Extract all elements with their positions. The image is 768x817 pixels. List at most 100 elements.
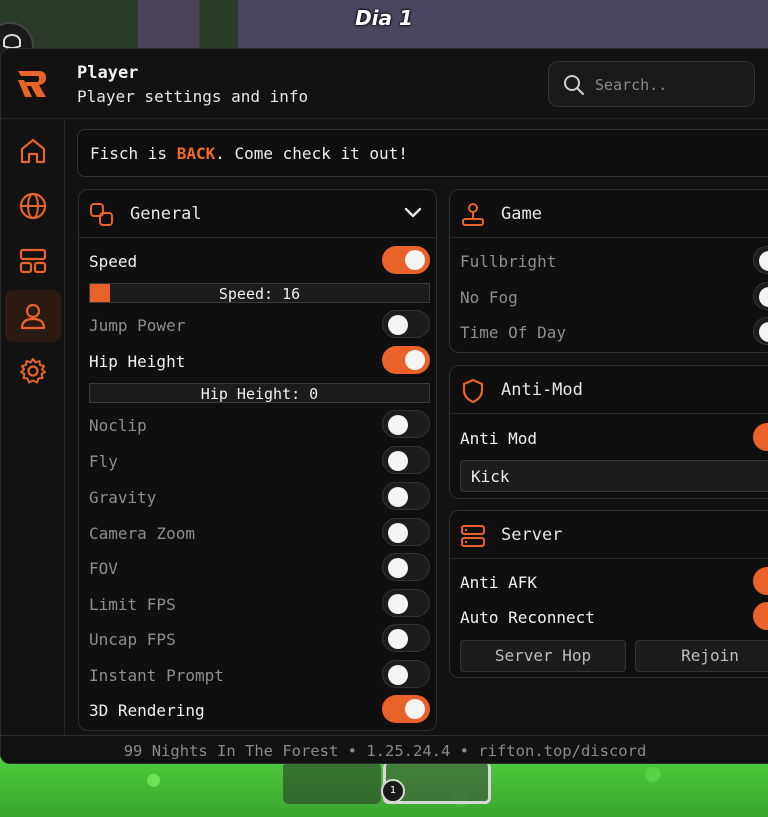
rejoin-button[interactable]: Rejoin [635, 640, 768, 672]
general-card: General Speed Speed: 16 Jump Power Hip H… [78, 189, 437, 731]
fly-toggle[interactable] [382, 446, 430, 474]
home-icon [20, 138, 46, 164]
joystick-icon [462, 203, 484, 226]
no-fog-toggle[interactable] [753, 282, 768, 310]
jump-power-row: Jump Power [89, 310, 430, 340]
footer-info: 99 Nights In The Forest • 1.25.24.4 • ri… [1, 735, 768, 765]
page-subtitle: Player settings and info [77, 87, 309, 106]
fly-label: Fly [89, 452, 118, 471]
time-of-day-toggle[interactable] [753, 317, 768, 345]
hip-height-row: Hip Height [89, 346, 430, 376]
page-title: Player [77, 63, 139, 83]
gear-icon [20, 358, 46, 384]
no-fog-row: No Fog [460, 282, 768, 312]
fullbright-label: Fullbright [460, 252, 557, 271]
jump-power-label: Jump Power [89, 316, 186, 335]
sidebar-item-player[interactable] [5, 290, 61, 342]
3d-rendering-row: 3D Rendering [89, 695, 430, 725]
search-box[interactable] [548, 61, 755, 107]
game-title: Game [501, 204, 542, 224]
game-card-header[interactable]: Game [450, 190, 768, 238]
hotbar-slot[interactable] [283, 762, 381, 804]
gravity-row: Gravity [89, 482, 430, 512]
3d-rendering-toggle[interactable] [382, 695, 430, 723]
camera-zoom-toggle[interactable] [382, 518, 430, 546]
server-card-header[interactable]: Server [450, 511, 768, 559]
server-hop-button[interactable]: Server Hop [460, 640, 626, 672]
jump-power-toggle[interactable] [382, 310, 430, 338]
anti-mod-title: Anti-Mod [501, 380, 583, 400]
script-hub-panel: Player Player settings and info Search..… [0, 48, 768, 764]
speed-slider-text: Speed: 16 [218, 285, 301, 303]
anti-mod-card-header[interactable]: Anti-Mod [450, 366, 768, 414]
server-card: Server Anti AFK Auto Reconnect Server Ho… [449, 510, 768, 678]
time-of-day-row: Time Of Day [460, 317, 768, 347]
no-fog-label: No Fog [460, 288, 518, 307]
anti-mod-toggle[interactable] [753, 423, 768, 451]
announcement-banner: Fisch is BACK. Come check it out! [77, 129, 768, 177]
hip-height-slider-text: Hip Height: 0 [200, 385, 319, 403]
hip-height-slider[interactable]: Hip Height: 0 [89, 383, 430, 403]
server-title: Server [501, 525, 563, 545]
sidebar-item-world[interactable] [5, 180, 61, 232]
anti-mod-card: Anti-Mod Anti Mod Kick [449, 365, 768, 499]
3d-rendering-label: 3D Rendering [89, 701, 205, 720]
uncap-fps-row: Uncap FPS [89, 624, 430, 654]
time-of-day-label: Time Of Day [460, 323, 566, 342]
announcement-highlight: BACK [176, 144, 216, 163]
anti-mod-action-dropdown[interactable]: Kick [460, 460, 768, 492]
panel-header: Player Player settings and info [1, 49, 768, 119]
fov-toggle[interactable] [382, 553, 430, 581]
uncap-fps-toggle[interactable] [382, 624, 430, 652]
speed-toggle[interactable] [382, 246, 430, 274]
sidebar-item-layout[interactable] [5, 235, 61, 287]
limit-fps-toggle[interactable] [382, 589, 430, 617]
instant-prompt-label: Instant Prompt [89, 666, 224, 685]
noclip-label: Noclip [89, 416, 147, 435]
fov-row: FOV [89, 553, 430, 583]
server-icon [461, 525, 485, 547]
hotbar-slot-number: 1 [381, 779, 405, 803]
anti-afk-label: Anti AFK [460, 573, 538, 592]
layout-icon [19, 248, 47, 274]
anti-afk-toggle[interactable] [753, 567, 768, 595]
speed-row: Speed [89, 246, 430, 276]
fullbright-row: Fullbright [460, 246, 768, 276]
sidebar-item-settings[interactable] [5, 345, 61, 397]
fullbright-toggle[interactable] [753, 246, 768, 274]
fov-label: FOV [89, 559, 118, 578]
search-input[interactable] [595, 72, 745, 98]
anti-mod-row: Anti Mod [460, 423, 768, 453]
gravity-toggle[interactable] [382, 482, 430, 510]
limit-fps-row: Limit FPS [89, 589, 430, 619]
search-icon [564, 75, 584, 95]
logo-icon [15, 67, 49, 105]
auto-reconnect-row: Auto Reconnect [460, 602, 768, 632]
auto-reconnect-toggle[interactable] [753, 602, 768, 630]
sidebar [1, 119, 65, 735]
anti-afk-row: Anti AFK [460, 567, 768, 597]
speed-label: Speed [89, 252, 138, 271]
instant-prompt-toggle[interactable] [382, 660, 430, 688]
uncap-fps-label: Uncap FPS [89, 630, 176, 649]
user-icon [20, 303, 46, 330]
game-card: Game Fullbright No Fog Time Of Day [449, 189, 768, 353]
auto-reconnect-label: Auto Reconnect [460, 608, 595, 627]
camera-zoom-row: Camera Zoom [89, 518, 430, 548]
announcement-prefix: Fisch is [90, 144, 177, 163]
camera-zoom-label: Camera Zoom [89, 524, 195, 543]
limit-fps-label: Limit FPS [89, 595, 176, 614]
globe-icon [19, 192, 47, 220]
general-card-header[interactable]: General [79, 190, 436, 238]
hip-height-toggle[interactable] [382, 346, 430, 374]
announcement-suffix: . Come check it out! [215, 144, 408, 163]
hip-height-label: Hip Height [89, 352, 186, 371]
noclip-toggle[interactable] [382, 410, 430, 438]
day-label: Dia 1 [355, 6, 413, 30]
speed-slider[interactable]: Speed: 16 [89, 283, 430, 303]
chevron-down-icon[interactable] [404, 206, 422, 220]
general-title: General [130, 204, 202, 224]
sidebar-item-home[interactable] [5, 125, 61, 177]
noclip-row: Noclip [89, 410, 430, 440]
instant-prompt-row: Instant Prompt [89, 660, 430, 690]
